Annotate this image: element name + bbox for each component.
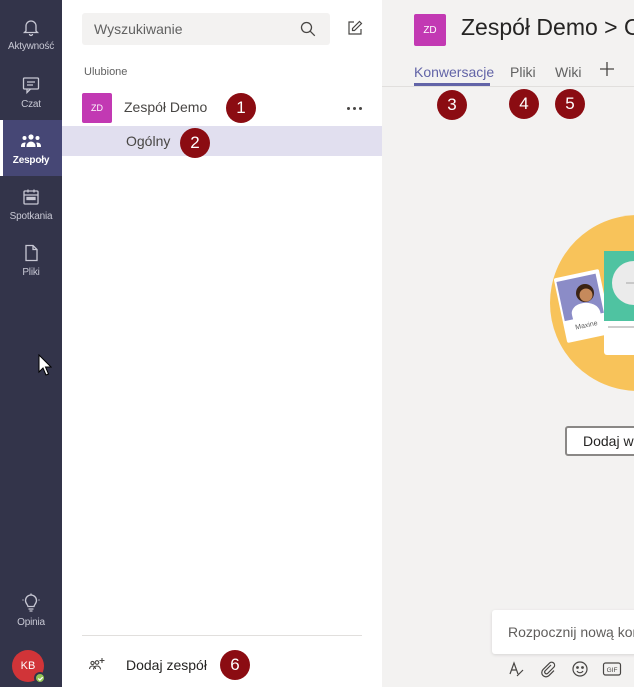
page-title: Zespół Demo > Ogólny <box>461 14 634 40</box>
search-input[interactable]: Wyszukiwanie <box>82 13 330 45</box>
mouse-pointer-icon <box>38 353 53 376</box>
add-team-label: Dodaj zespół <box>126 657 207 673</box>
footer-divider <box>82 635 362 636</box>
rail-item-teams[interactable]: Zespoły <box>0 120 62 176</box>
favorites-section-label: Ulubione <box>84 66 128 78</box>
team-avatar: ZD <box>82 93 112 123</box>
welcome-illustration: Maxine <box>550 215 634 391</box>
rail-item-chat[interactable]: Czat <box>0 64 62 120</box>
emoji-icon[interactable] <box>570 659 590 679</box>
search-icon[interactable] <box>300 20 318 38</box>
avatar-initials: KB <box>20 660 36 672</box>
format-text-icon[interactable] <box>506 659 526 679</box>
team-avatar: ZD <box>414 14 446 46</box>
rail-item-feedback[interactable]: Opinia <box>0 582 62 638</box>
channel-item-general[interactable]: Ogólny <box>62 126 382 156</box>
calendar-icon <box>20 186 42 208</box>
tab-files[interactable]: Pliki <box>510 64 536 80</box>
gif-label: GIF <box>607 667 618 674</box>
add-tab-icon[interactable] <box>598 60 618 80</box>
callout-marker-1: 1 <box>226 93 256 123</box>
teams-icon <box>20 130 42 152</box>
add-team-button[interactable]: Dodaj zespół <box>86 650 286 680</box>
file-icon <box>20 242 42 264</box>
rail-item-activity[interactable]: Aktywność <box>0 6 62 62</box>
add-more-people-button[interactable]: Dodaj więcej osób <box>565 426 634 456</box>
search-placeholder: Wyszukiwanie <box>94 21 183 37</box>
tab-conversations[interactable]: Konwersacje <box>414 64 494 80</box>
rail-item-label: Czat <box>21 99 41 110</box>
lightbulb-icon <box>20 592 42 614</box>
callout-marker-3: 3 <box>437 90 467 120</box>
presence-available-icon <box>34 672 46 684</box>
user-avatar[interactable]: KB <box>12 650 46 684</box>
team-name: Zespół Demo <box>124 99 208 115</box>
add-team-icon <box>88 656 106 674</box>
app-rail: Aktywność Czat Zespoły Spotkania Pliki O… <box>0 0 62 687</box>
callout-marker-2: 2 <box>180 128 210 158</box>
new-chat-compose-icon[interactable] <box>346 19 364 37</box>
chat-icon <box>20 74 42 96</box>
rail-item-label: Opinia <box>17 617 45 628</box>
callout-marker-4: 4 <box>509 89 539 119</box>
header-divider <box>382 86 634 87</box>
rail-item-label: Spotkania <box>9 211 53 222</box>
team-item-zespol-demo[interactable]: ZD Zespół Demo <box>62 92 382 124</box>
new-conversation-input[interactable]: Rozpocznij nową konwersację <box>492 610 634 654</box>
main-content: ZD Zespół Demo > Ogólny Konwersacje Plik… <box>382 0 634 687</box>
rail-item-meetings[interactable]: Spotkania <box>0 176 62 232</box>
rail-item-label: Pliki <box>22 267 40 278</box>
callout-marker-5: 5 <box>555 89 585 119</box>
rail-item-label: Zespoły <box>12 155 50 166</box>
rail-item-label: Aktywność <box>8 41 54 52</box>
callout-marker-6: 6 <box>220 650 250 680</box>
tab-wiki[interactable]: Wiki <box>555 64 581 80</box>
gif-icon[interactable]: GIF <box>602 659 622 679</box>
teams-panel: Wyszukiwanie Ulubione ZD Zespół Demo Ogó… <box>62 0 382 687</box>
bell-icon <box>20 16 42 38</box>
attach-paperclip-icon[interactable] <box>538 659 558 679</box>
channel-name: Ogólny <box>126 133 171 149</box>
more-options-icon[interactable] <box>344 98 364 118</box>
rail-item-files[interactable]: Pliki <box>0 232 62 288</box>
